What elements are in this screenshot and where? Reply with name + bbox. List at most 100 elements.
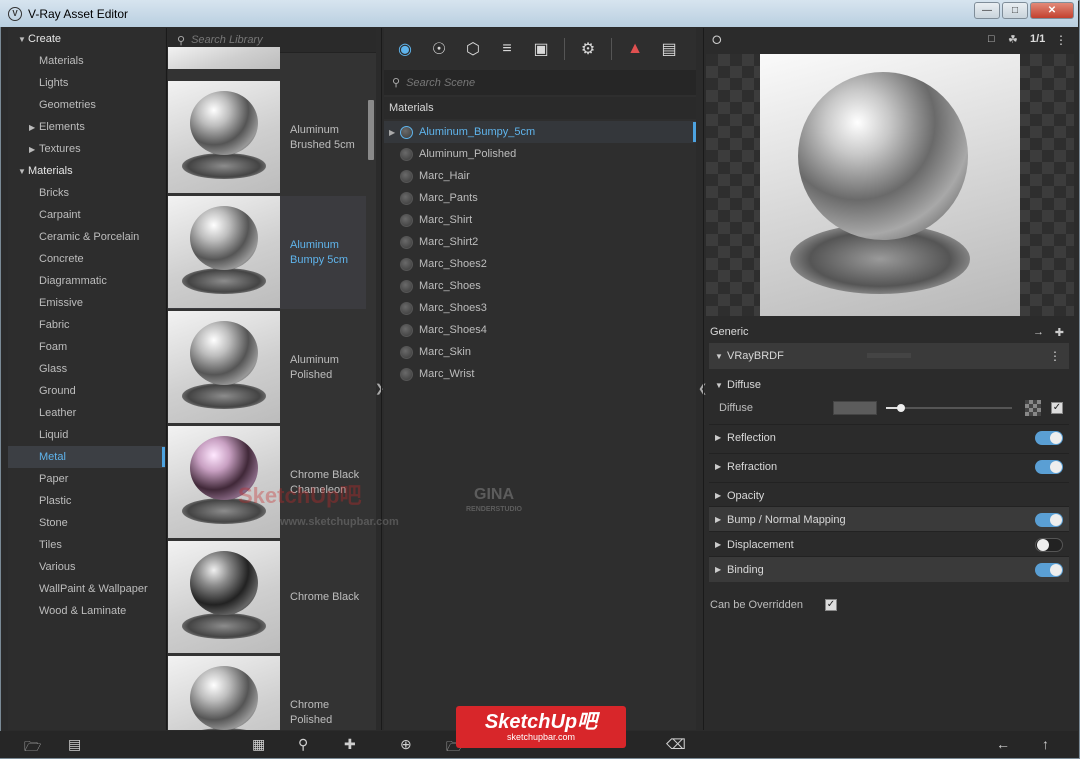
category-various[interactable]: Various (8, 556, 165, 578)
layout-icon[interactable]: ▤ (68, 736, 81, 753)
diffuse-group[interactable]: ▼ Diffuse (709, 372, 1069, 398)
category-fabric[interactable]: Fabric (8, 314, 165, 336)
category-materials[interactable]: Materials (8, 50, 165, 72)
render-elements-icon[interactable]: ≡ (496, 38, 518, 60)
layer-binding[interactable]: ▶ Binding (709, 556, 1069, 582)
grid-view-icon[interactable]: ▦ (252, 736, 265, 753)
category-glass[interactable]: Glass (8, 358, 165, 380)
up-arrow-icon[interactable]: ↑ (1042, 736, 1049, 752)
caret-right-icon[interactable]: ▶ (29, 123, 39, 132)
pin-icon[interactable]: ⭘ (712, 33, 722, 48)
category-ceramic-porcelain[interactable]: Ceramic & Porcelain (8, 226, 165, 248)
category-elements[interactable]: ▶ Elements (8, 116, 165, 138)
category-lights[interactable]: Lights (8, 72, 165, 94)
category-stone[interactable]: Stone (8, 512, 165, 534)
textures-icon[interactable]: ▣ (530, 38, 552, 60)
library-scrollbar[interactable] (368, 100, 374, 160)
diffuse-slider-knob[interactable] (897, 404, 905, 412)
category-metal[interactable]: Metal (8, 446, 165, 468)
library-item[interactable]: Aluminum Polished (168, 311, 366, 424)
scene-material-row[interactable]: Marc_Hair (384, 165, 696, 187)
back-arrow-icon[interactable]: ← (996, 736, 1010, 752)
diffuse-texture-slot[interactable] (1025, 400, 1041, 416)
layer-toggle[interactable] (1035, 430, 1063, 445)
library-item[interactable]: Aluminum Bumpy 5cm (168, 196, 366, 309)
create-asset-icon[interactable]: ⊕ (400, 736, 412, 753)
category-bricks[interactable]: Bricks (8, 182, 165, 204)
library-item[interactable]: Aluminum Brushed 5cm (168, 81, 366, 194)
filter-icon[interactable]: ⚲ (298, 736, 308, 753)
category-textures[interactable]: ▶ Textures (8, 138, 165, 160)
frame-buffer-icon[interactable]: ▤ (658, 38, 680, 60)
preview-menu-icon[interactable]: ⋮ (1055, 33, 1067, 47)
category-foam[interactable]: Foam (8, 336, 165, 358)
scene-material-row[interactable]: Marc_Shoes4 (384, 319, 696, 341)
diffuse-color-swatch[interactable] (833, 401, 877, 415)
layer-displacement[interactable]: ▶ Displacement (709, 531, 1069, 557)
category-plastic[interactable]: Plastic (8, 490, 165, 512)
category-wood-laminate[interactable]: Wood & Laminate (8, 600, 165, 622)
scene-search-input[interactable]: ⚲ Search Scene (384, 70, 696, 95)
render-interactive-icon[interactable]: ▲ (624, 38, 646, 60)
scene-material-row[interactable]: ▶ Aluminum_Bumpy_5cm (384, 121, 696, 143)
pin-arrow-icon[interactable]: → (1033, 326, 1044, 338)
brdf-header[interactable]: ▼ VRayBRDF ⋮ (709, 343, 1069, 369)
category-wallpaint-wallpaper[interactable]: WallPaint & Wallpaper (8, 578, 165, 600)
scene-icon[interactable]: ☘ (1008, 33, 1018, 46)
scene-material-row[interactable]: Marc_Shoes2 (384, 253, 696, 275)
scene-material-row[interactable]: Marc_Shoes (384, 275, 696, 297)
category-concrete[interactable]: Concrete (8, 248, 165, 270)
layer-toggle[interactable] (1035, 512, 1063, 527)
category-emissive[interactable]: Emissive (8, 292, 165, 314)
add-to-scene-icon[interactable]: ✚ (344, 736, 356, 753)
scene-material-row[interactable]: Marc_Wrist (384, 363, 696, 385)
open-folder-icon[interactable]: 🗁 (24, 736, 41, 759)
library-item[interactable]: Chrome Black (168, 541, 366, 654)
layer-opacity[interactable]: ▶ Opacity (709, 482, 1069, 508)
scene-material-row[interactable]: Aluminum_Polished (384, 143, 696, 165)
square-icon[interactable]: □ (988, 33, 995, 45)
category-diagrammatic[interactable]: Diagrammatic (8, 270, 165, 292)
brdf-menu-icon[interactable]: ⋮ (1049, 349, 1061, 363)
category-tiles[interactable]: Tiles (8, 534, 165, 556)
layer-toggle[interactable] (1035, 459, 1063, 474)
scene-material-row[interactable]: Marc_Shoes3 (384, 297, 696, 319)
caret-down-icon[interactable]: ▼ (18, 167, 28, 176)
maximize-button[interactable]: □ (1002, 2, 1028, 19)
override-checkbox[interactable]: ✓ (825, 599, 837, 611)
category-geometries[interactable]: Geometries (8, 94, 165, 116)
library-item[interactable]: Chrome Polished (168, 656, 366, 730)
minimize-button[interactable]: — (974, 2, 1000, 19)
category-paper[interactable]: Paper (8, 468, 165, 490)
diffuse-checkbox[interactable]: ✓ (1051, 402, 1063, 414)
brdf-name-field[interactable] (867, 353, 911, 358)
layer-reflection[interactable]: ▶ Reflection (709, 424, 1069, 450)
purge-icon[interactable]: ⌫ (666, 736, 686, 753)
caret-down-icon[interactable]: ▼ (18, 35, 28, 44)
collapse-right-icon[interactable]: ❯ (375, 382, 384, 395)
scene-material-row[interactable]: Marc_Skin (384, 341, 696, 363)
scene-material-row[interactable]: Marc_Shirt2 (384, 231, 696, 253)
scene-material-row[interactable]: Marc_Shirt (384, 209, 696, 231)
close-button[interactable]: ✕ (1030, 2, 1074, 19)
layer-toggle[interactable] (1035, 537, 1063, 552)
scene-material-row[interactable]: Marc_Pants (384, 187, 696, 209)
category-liquid[interactable]: Liquid (8, 424, 165, 446)
geometry-icon[interactable]: ⬡ (462, 38, 484, 60)
layer-refraction[interactable]: ▶ Refraction (709, 453, 1069, 479)
preview-counter[interactable]: 1/1 (1030, 33, 1045, 45)
settings-icon[interactable]: ⚙ (577, 38, 599, 60)
caret-right-icon[interactable]: ▶ (29, 145, 39, 154)
materials-icon[interactable]: ◉ (394, 38, 416, 60)
library-item-partial[interactable] (168, 47, 366, 69)
category-leather[interactable]: Leather (8, 402, 165, 424)
add-layer-icon[interactable]: ✚ (1055, 326, 1064, 339)
layer-toggle[interactable] (1035, 562, 1063, 577)
category-ground[interactable]: Ground (8, 380, 165, 402)
caret-right-icon[interactable]: ▶ (389, 128, 395, 137)
category-materials[interactable]: ▼ Materials (8, 160, 165, 182)
layer-bump-normal-mapping[interactable]: ▶ Bump / Normal Mapping (709, 506, 1069, 532)
category-carpaint[interactable]: Carpaint (8, 204, 165, 226)
category-create[interactable]: ▼ Create (8, 28, 165, 50)
lights-icon[interactable]: ☉ (428, 38, 450, 60)
